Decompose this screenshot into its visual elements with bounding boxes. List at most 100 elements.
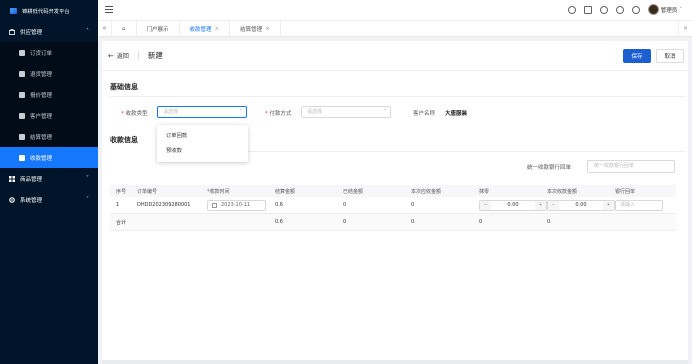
sidebar-item-payments[interactable]: 收款管理 bbox=[0, 147, 98, 168]
sidebar-item-label: 收款管理 bbox=[30, 155, 53, 162]
date-cell: 2023-10-11 bbox=[207, 199, 275, 211]
receive-cell: −0.00 + bbox=[547, 199, 615, 211]
top-bar: 管理员 ˅ bbox=[98, 0, 692, 21]
dropdown-option-order-return[interactable]: 订单回款 bbox=[157, 128, 248, 141]
select-placeholder: 请选择 bbox=[163, 109, 179, 115]
summary-receive: 0 bbox=[547, 219, 551, 225]
column-header: 本次收款金额 bbox=[547, 188, 578, 195]
table-summary-row: 合计 0.6 0 0 0 0 bbox=[110, 214, 676, 231]
tabs-scroll-left-icon[interactable]: « bbox=[98, 20, 112, 37]
close-icon[interactable]: × bbox=[215, 26, 220, 32]
payment-type-label: * 收款类型 bbox=[121, 111, 148, 117]
sidebar-item-settlement[interactable]: 结算管理 bbox=[0, 126, 98, 147]
column-header: *收款时间 bbox=[207, 188, 230, 195]
plus-icon[interactable]: + bbox=[535, 200, 546, 210]
customer-value: 大唐服装 bbox=[445, 111, 468, 117]
gear-icon bbox=[9, 196, 15, 203]
stepper-value[interactable]: 0.00 bbox=[559, 202, 603, 208]
tabs-scroll-right-icon[interactable]: » bbox=[678, 20, 692, 37]
column-header: 抹零 bbox=[479, 188, 490, 195]
receive-stepper[interactable]: −0.00 + bbox=[547, 199, 615, 211]
round-off-stepper[interactable]: −0.00 + bbox=[479, 199, 547, 211]
tab-payments[interactable]: 收款管理 × bbox=[180, 20, 231, 37]
close-icon[interactable]: × bbox=[265, 26, 270, 32]
dropdown-option-prepayment[interactable]: 预收款 bbox=[157, 143, 248, 156]
sidebar-item-orders[interactable]: 订货订单 bbox=[0, 42, 98, 63]
username: 管理员 bbox=[660, 7, 678, 14]
sidebar-item-returns[interactable]: 退货管理 bbox=[0, 63, 98, 84]
grid-icon bbox=[9, 175, 15, 182]
order-icon bbox=[19, 49, 25, 56]
column-header: 序号 bbox=[116, 188, 127, 195]
divider bbox=[137, 51, 139, 60]
home-icon: ⌂ bbox=[122, 25, 126, 32]
sidebar-group-products[interactable]: 商品管理 ˅ bbox=[0, 168, 98, 189]
summary-settle: 0.6 bbox=[275, 219, 283, 225]
tab-home[interactable]: ⌂ bbox=[112, 20, 137, 37]
quote-icon bbox=[19, 91, 25, 98]
sidebar-item-label: 结算管理 bbox=[30, 134, 53, 141]
sidebar-group-supply[interactable]: 供应管理 ˄ bbox=[0, 21, 98, 42]
tab-label: 结算管理 bbox=[240, 26, 263, 33]
stepper-value[interactable]: 0.00 bbox=[491, 202, 535, 208]
search-icon[interactable] bbox=[567, 5, 576, 14]
round-off-cell: −0.00 + bbox=[479, 199, 547, 211]
settle-icon bbox=[19, 133, 25, 140]
sidebar-group-label: 系统管理 bbox=[20, 197, 43, 204]
save-button[interactable]: 保存 bbox=[623, 49, 651, 63]
tab-label: 收款管理 bbox=[189, 26, 212, 33]
minus-icon[interactable]: − bbox=[548, 200, 559, 210]
page-header: ← 返回 新建 保存 取消 bbox=[102, 41, 688, 71]
globe-icon[interactable] bbox=[631, 5, 640, 14]
divider bbox=[248, 151, 686, 152]
bank-receipt-input[interactable]: 请输入 bbox=[615, 199, 663, 211]
toolbar-icons: 管理员 ˅ bbox=[567, 4, 682, 15]
receipt-cell: 请输入 bbox=[615, 199, 665, 211]
plus-icon[interactable]: + bbox=[603, 200, 614, 210]
sidebar-item-customers[interactable]: 客户管理 bbox=[0, 105, 98, 126]
receipt-info-title: 收款信息 bbox=[110, 136, 138, 144]
back-button[interactable]: ← 返回 bbox=[108, 51, 129, 61]
user-icon bbox=[19, 112, 25, 119]
box-icon bbox=[9, 28, 15, 35]
menu-toggle-icon[interactable] bbox=[105, 6, 113, 13]
summary-due: 0 bbox=[411, 219, 415, 225]
due-amount: 0 bbox=[411, 202, 415, 208]
sidebar-group-system[interactable]: 系统管理 ˅ bbox=[0, 189, 98, 210]
payment-type-dropdown: 订单回款 预收款 bbox=[157, 125, 248, 162]
cancel-button[interactable]: 取消 bbox=[656, 49, 684, 63]
customer-label: 客户名称 bbox=[413, 111, 436, 117]
back-label: 返回 bbox=[116, 53, 129, 60]
column-header: 订单编号 bbox=[137, 188, 158, 195]
table-header: 序号 订单编号 *收款时间 结算金额 已结金额 本次应收金额 抹零 本次收款金额… bbox=[110, 185, 676, 197]
sidebar-item-label: 退货管理 bbox=[30, 71, 53, 78]
tab-label: 门户展示 bbox=[146, 26, 169, 33]
tab-settlement[interactable]: 结算管理 × bbox=[230, 20, 281, 37]
page-title: 新建 bbox=[147, 51, 163, 60]
chevron-down-icon: ˅ bbox=[383, 109, 387, 115]
sidebar-item-label: 订货订单 bbox=[30, 50, 53, 57]
avatar bbox=[647, 4, 659, 15]
bell-icon[interactable] bbox=[599, 5, 608, 14]
unified-receipt-label: 统一收款银行回单 bbox=[527, 165, 572, 171]
user-menu[interactable]: 管理员 ˅ bbox=[647, 4, 682, 15]
pay-method-select[interactable]: 请选择 ˅ bbox=[301, 106, 391, 118]
date-picker[interactable]: 2023-10-11 bbox=[207, 199, 266, 211]
basic-info-title: 基础信息 bbox=[110, 83, 138, 91]
payment-table: 序号 订单编号 *收款时间 结算金额 已结金额 本次应收金额 抹零 本次收款金额… bbox=[110, 185, 676, 231]
chevron-down-icon: ˅ bbox=[679, 6, 682, 13]
summary-settled: 0 bbox=[343, 219, 347, 225]
minus-icon[interactable]: − bbox=[480, 200, 491, 210]
payment-type-select[interactable]: 请选择 ˄ bbox=[157, 106, 247, 118]
app-title: 锦耕低代码开发平台 bbox=[22, 8, 70, 15]
chevron-up-icon: ˄ bbox=[86, 28, 89, 35]
sidebar-item-label: 客户管理 bbox=[30, 113, 53, 120]
sidebar: 锦耕低代码开发平台 供应管理 ˄ 订货订单 退货管理 报价管理 客户管理 结算管… bbox=[0, 0, 98, 364]
help-icon[interactable] bbox=[615, 5, 624, 14]
tab-portal[interactable]: 门户展示 bbox=[137, 20, 180, 37]
row-index: 1 bbox=[116, 202, 120, 208]
message-icon[interactable] bbox=[583, 5, 592, 14]
arrow-left-icon: ← bbox=[108, 51, 114, 60]
unified-receipt-input[interactable]: 统一收款银行回单 bbox=[587, 160, 675, 173]
sidebar-item-quotes[interactable]: 报价管理 bbox=[0, 84, 98, 105]
